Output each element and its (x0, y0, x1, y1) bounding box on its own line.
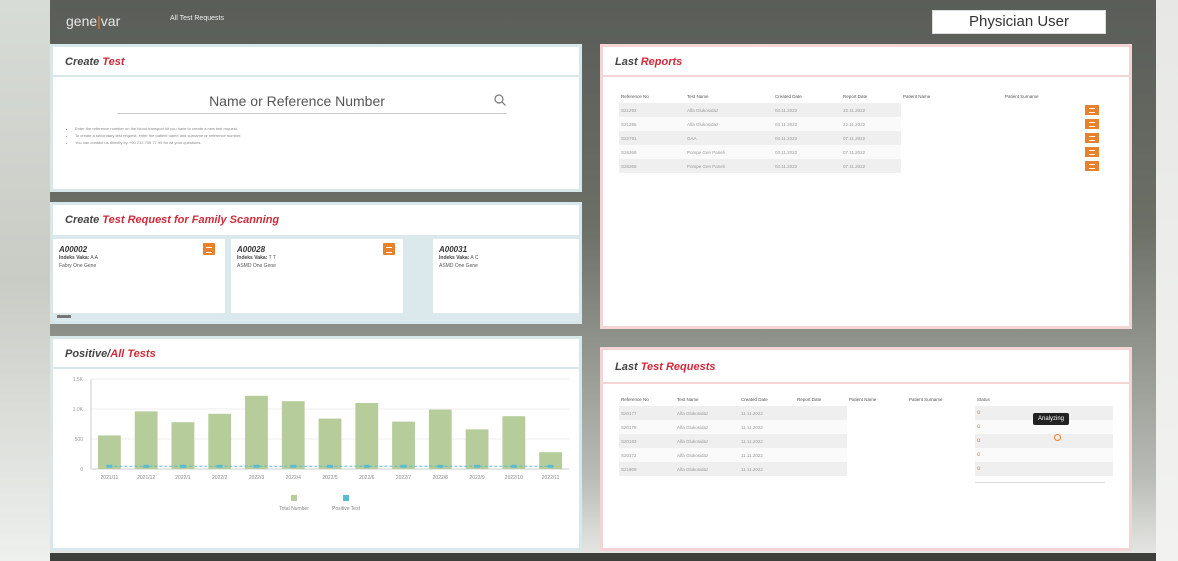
bar-total-2022/1 (171, 422, 195, 469)
last-test-requests-panel: Last Test Requests Reference No Test Nam… (600, 347, 1132, 551)
user-menu[interactable]: Physician User (932, 10, 1106, 34)
note-item: To create a secondary test request, ente… (75, 132, 241, 139)
status-tooltip: Analyzing (1033, 413, 1070, 425)
bar-total-2022/9 (465, 429, 489, 469)
status-indicator[interactable]: o (977, 466, 980, 472)
table-header: Reference No Test Name Created Date Repo… (621, 396, 990, 402)
positive-all-title: Positive/All Tests (53, 339, 579, 369)
table-row[interactable]: S21285 Alfa Glukosidaz 03.11.2022 22.11.202… (619, 117, 1109, 131)
create-test-title: Create Test (53, 47, 579, 77)
table-row[interactable]: S20172 Alfa Glukosidaz 11.11.2022 o (619, 448, 1113, 462)
positive-all-tests-panel: Positive/All Tests 0 500 1.0K 1.5K 2021/11 20… (50, 336, 582, 551)
table-row[interactable]: S21809 Alfa Glukosidaz 11.11.2022 o (619, 462, 1113, 476)
nav-all-test-requests[interactable]: All Test Requests (170, 15, 224, 22)
x-tick-label: 2022/7 (396, 475, 412, 481)
reports-table: Reference No Test Name Created Date Repo… (619, 89, 1109, 173)
last-test-requests-title: Last Test Requests (603, 350, 1129, 384)
create-test-panel: Create Test Enter the reference number o… (50, 44, 582, 192)
note-item: You can contact us directly by +90 212 7… (75, 139, 241, 146)
view-report-button[interactable] (1085, 119, 1099, 129)
x-tick-label: 2022/3 (249, 475, 265, 481)
x-tick-label: 2022/4 (286, 475, 302, 481)
y-tick-label: 500 (75, 437, 84, 443)
bar-total-2021/11 (97, 435, 121, 469)
bar-total-2022/4 (281, 401, 305, 469)
bar-total-2022/7 (392, 421, 415, 469)
search-input[interactable] (117, 90, 477, 112)
family-card[interactable]: A00028 Indeks Vaka: T T ASMD One Gene (231, 239, 403, 313)
x-tick-label: 2022/2 (212, 475, 228, 481)
family-card-code: A00031 (439, 245, 468, 254)
bar-total-2022/3 (245, 395, 268, 469)
bar-total-2022/5 (318, 418, 342, 469)
legend-label-positive: Positive Test (332, 506, 361, 512)
y-tick-label: 1.5K (73, 377, 84, 383)
table-row[interactable]: S21292 Alfa Glukosidaz 03.11.2022 22.11.202… (619, 103, 1109, 117)
x-tick-label: 2022/9 (469, 475, 485, 481)
y-tick-label: 0 (80, 467, 83, 473)
table-row[interactable]: S20183 Alfa Glukosidaz 11.11.2022 o (619, 434, 1113, 448)
view-report-button[interactable] (1085, 161, 1099, 171)
family-card-code: A00028 (237, 245, 266, 254)
background-left (0, 0, 50, 561)
bar-total-2021/12 (134, 411, 158, 469)
family-card-action-button[interactable] (203, 243, 215, 255)
family-card-code: A00002 (59, 245, 88, 254)
x-tick-label: 2022/10 (505, 475, 523, 481)
search-box (117, 90, 507, 114)
last-reports-title: Last Reports (603, 47, 1129, 77)
family-card[interactable]: A00002 Indeks Vaka: A A Fabry One Gene (53, 239, 225, 313)
last-reports-panel: Last Reports Reference No Test Name Crea… (600, 44, 1132, 329)
x-tick-label: 2022/11 (542, 475, 560, 481)
view-report-button[interactable] (1085, 147, 1099, 157)
logo-text-right: var (100, 13, 121, 29)
x-tick-label: 2022/1 (175, 475, 191, 481)
y-tick-label: 1.0K (73, 407, 84, 413)
create-test-notes: Enter the reference number on the blood … (69, 125, 241, 146)
view-report-button[interactable] (1085, 133, 1099, 143)
bar-total-2022/10 (502, 416, 526, 469)
family-card[interactable]: A00031 Indeks Vaka: A C ASMD One Gene (433, 239, 579, 313)
family-scanning-title: Create Test Request for Family Scanning (53, 205, 579, 235)
background-right (1156, 0, 1178, 561)
x-tick-label: 2022/6 (359, 475, 375, 481)
status-indicator[interactable]: o (977, 424, 980, 430)
bar-total-2022/6 (355, 403, 379, 469)
top-bar: gene|var All Test Requests Physician Use… (50, 0, 1156, 42)
legend-swatch-positive (343, 495, 349, 501)
x-tick-label: 2022/8 (433, 475, 449, 481)
x-tick-label: 2021/12 (137, 475, 155, 481)
table-row[interactable]: S26368 Pompe Gen Paneli 03.11.2022 07.11.20… (619, 145, 1109, 159)
horizontal-scrollbar[interactable] (57, 315, 71, 318)
x-tick-label: 2022/5 (322, 475, 338, 481)
status-progress-line (975, 482, 1105, 483)
analyzing-spinner-icon (1054, 434, 1061, 441)
logo-text-left: gene (66, 13, 98, 29)
note-item: Enter the reference number on the blood … (75, 125, 241, 132)
search-icon[interactable] (493, 93, 507, 112)
table-header: Reference No Test Name Created Date Repo… (621, 93, 1039, 99)
positive-all-chart: 0 500 1.0K 1.5K 2021/11 2021/12 2022/1 2022/2 20… (73, 377, 569, 512)
table-row[interactable]: S22791 GAA 03.11.2022 07.11.2022 (619, 131, 1109, 145)
status-indicator[interactable]: o (977, 410, 980, 416)
status-indicator[interactable]: o (977, 452, 980, 458)
app-logo[interactable]: gene|var (66, 13, 120, 29)
bar-total-2022/8 (428, 409, 452, 469)
requests-table: Reference No Test Name Created Date Repo… (619, 392, 1113, 476)
bottom-bar (50, 553, 1156, 561)
family-scanning-panel: Create Test Request for Family Scanning … (50, 202, 582, 324)
table-row[interactable]: S26368 Pompe Gen Paneli 03.11.2022 07.11.20… (619, 159, 1109, 173)
x-tick-label: 2021/11 (101, 475, 119, 481)
legend-label-total: Total Number (279, 506, 309, 512)
bar-total-2022/2 (208, 413, 232, 469)
legend-swatch-total (291, 495, 297, 501)
family-card-action-button[interactable] (383, 243, 395, 255)
status-indicator[interactable]: o (977, 438, 980, 444)
view-report-button[interactable] (1085, 105, 1099, 115)
